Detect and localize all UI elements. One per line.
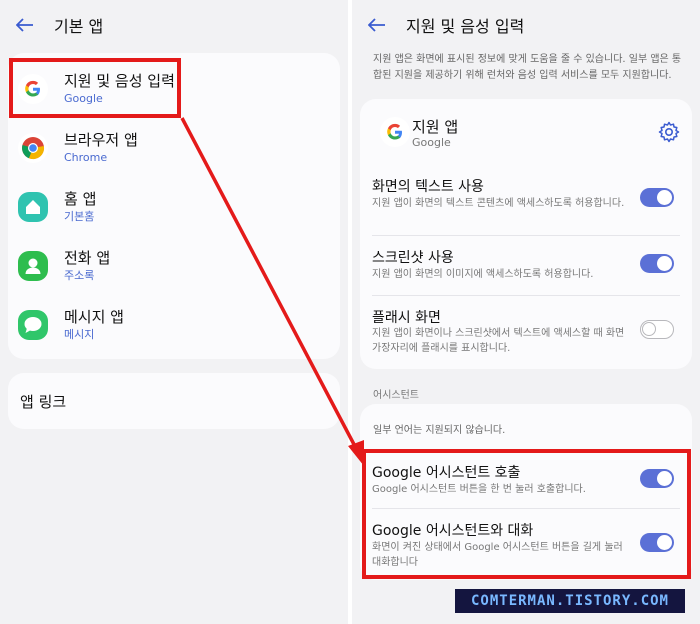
item-subtitle: Chrome bbox=[64, 150, 108, 164]
back-arrow-icon[interactable] bbox=[368, 16, 390, 34]
item-title: 메시지 앱 bbox=[64, 307, 124, 326]
messages-icon bbox=[18, 309, 48, 340]
setting-title: 스크린샷 사용 bbox=[372, 250, 454, 266]
setting-row-screen-text[interactable]: 화면의 텍스트 사용 지원 앱이 화면의 텍스트 콘텐츠에 액세스하도록 허용합… bbox=[360, 170, 692, 228]
divider bbox=[372, 295, 680, 296]
highlight-box-assistant bbox=[362, 449, 691, 579]
item-subtitle: 주소록 bbox=[64, 268, 95, 282]
setting-row-screenshot[interactable]: 스크린샷 사용 지원 앱이 화면의 이미지에 액세스하도록 허용합니다. bbox=[360, 243, 692, 287]
toggle-screenshot[interactable] bbox=[640, 254, 674, 273]
setting-description: 지원 앱이 화면이나 스크린샷에서 텍스트에 액세스할 때 화면 가장자리에 플… bbox=[372, 328, 625, 354]
item-subtitle: 메시지 bbox=[64, 327, 95, 341]
highlight-box-assist-voice bbox=[9, 58, 181, 118]
list-item-browser[interactable]: 브라우저 앱 Chrome bbox=[8, 118, 340, 177]
setting-row-flash-screen[interactable]: 플래시 화면 지원 앱이 화면이나 스크린샷에서 텍스트에 액세스할 때 화면 … bbox=[360, 302, 692, 362]
page-title: 지원 및 음성 입력 bbox=[406, 17, 525, 36]
list-item-phone[interactable]: 전화 앱 주소록 bbox=[8, 236, 340, 295]
divider bbox=[372, 235, 680, 236]
watermark: COMTERMAN.TISTORY.COM bbox=[455, 589, 685, 613]
assist-app-title: 지원 앱 bbox=[412, 118, 459, 136]
chrome-icon bbox=[18, 132, 48, 163]
item-title: 전화 앱 bbox=[64, 248, 111, 267]
setting-description: 지원 앱이 화면의 이미지에 액세스하도록 허용합니다. bbox=[372, 269, 594, 280]
toggle-flash-screen[interactable] bbox=[640, 320, 674, 339]
list-item-home[interactable]: 홈 앱 기본홈 bbox=[8, 177, 340, 236]
item-title: 홈 앱 bbox=[64, 189, 97, 208]
google-icon bbox=[380, 117, 410, 147]
setting-description: 지원 앱이 화면의 텍스트 콘텐츠에 액세스하도록 허용합니다. bbox=[372, 198, 625, 209]
app-link-card[interactable]: 앱 링크 bbox=[8, 373, 340, 429]
right-header: 지원 및 음성 입력 bbox=[352, 0, 700, 50]
back-arrow-icon[interactable] bbox=[16, 16, 38, 34]
contacts-icon bbox=[18, 250, 48, 281]
toggle-screen-text[interactable] bbox=[640, 188, 674, 207]
setting-title: 화면의 텍스트 사용 bbox=[372, 179, 484, 195]
assistant-note: 일부 언어는 지원되지 않습니다. bbox=[373, 425, 506, 436]
item-subtitle: 기본홈 bbox=[64, 209, 95, 223]
section-label-assistant: 어시스턴트 bbox=[373, 390, 419, 401]
assist-app-subtitle: Google bbox=[412, 136, 451, 149]
item-title: 브라우저 앱 bbox=[64, 130, 138, 149]
left-header: 기본 앱 bbox=[0, 0, 348, 50]
gear-icon[interactable] bbox=[658, 121, 680, 147]
app-link-label: 앱 링크 bbox=[20, 393, 67, 411]
page-title: 기본 앱 bbox=[54, 17, 104, 36]
home-app-icon bbox=[18, 191, 48, 222]
description-text: 지원 앱은 화면에 표시된 정보에 맞게 도움을 줄 수 있습니다. 일부 앱은… bbox=[373, 54, 682, 81]
list-item-messages[interactable]: 메시지 앱 메시지 bbox=[8, 295, 340, 354]
assist-app-row[interactable]: 지원 앱 Google bbox=[360, 107, 692, 157]
setting-title: 플래시 화면 bbox=[372, 310, 441, 326]
